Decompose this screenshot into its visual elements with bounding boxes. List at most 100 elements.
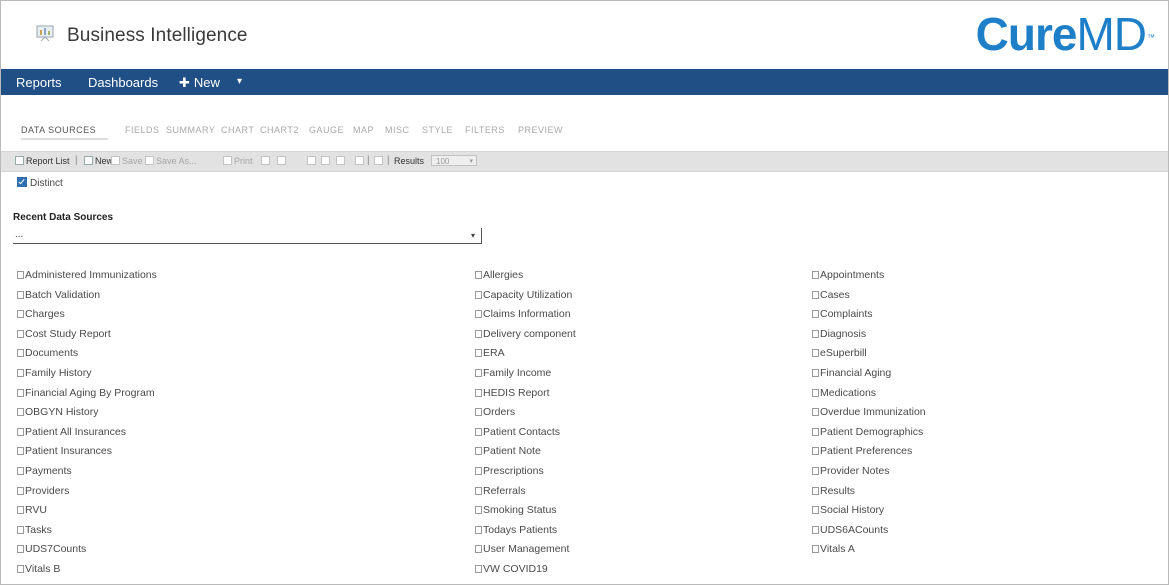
data-source-item[interactable]: OBGYN History xyxy=(17,406,99,418)
data-source-item[interactable]: UDS7Counts xyxy=(17,543,86,555)
email-icon xyxy=(374,156,383,165)
export-rtf-button[interactable] xyxy=(355,156,366,166)
checkbox-icon xyxy=(812,467,819,475)
data-source-item[interactable]: Providers xyxy=(17,485,69,497)
print-button[interactable]: Print xyxy=(223,156,253,166)
report-list-button[interactable]: Report List xyxy=(15,156,70,166)
data-source-label: eSuperbill xyxy=(820,347,867,359)
tab-data-sources[interactable]: DATA SOURCES xyxy=(21,125,96,135)
data-source-label: Overdue Immunization xyxy=(820,406,926,418)
data-source-item[interactable]: User Management xyxy=(475,543,569,555)
email-button[interactable] xyxy=(374,156,385,166)
tab-filters[interactable]: FILTERS xyxy=(465,125,505,135)
data-source-item[interactable]: Financial Aging xyxy=(812,367,891,379)
data-source-item[interactable]: Batch Validation xyxy=(17,289,100,301)
data-source-item[interactable]: VW COVID19 xyxy=(475,563,548,575)
data-source-item[interactable]: Results xyxy=(812,485,855,497)
data-source-label: Orders xyxy=(483,406,516,418)
chevron-down-icon: ▾ xyxy=(469,158,473,165)
data-source-label: Allergies xyxy=(483,269,524,281)
nav-dashboards[interactable]: Dashboards xyxy=(88,75,158,90)
checkbox-icon xyxy=(17,389,24,397)
data-source-item[interactable]: Complaints xyxy=(812,308,873,320)
checkbox-icon xyxy=(17,310,24,318)
data-source-item[interactable]: Delivery component xyxy=(475,328,576,340)
checkbox-checked-icon xyxy=(17,177,27,187)
save-button[interactable]: Save xyxy=(111,156,143,166)
data-source-item[interactable]: Prescriptions xyxy=(475,465,544,477)
nav-reports[interactable]: Reports xyxy=(16,75,62,90)
app-window: Business Intelligence CureMD™ Reports Da… xyxy=(0,0,1169,585)
data-source-item[interactable]: Allergies xyxy=(475,269,523,281)
data-source-item[interactable]: Patient Demographics xyxy=(812,426,923,438)
tab-summary[interactable]: SUMMARY xyxy=(166,125,215,135)
nav-new[interactable]: ✚ New xyxy=(179,75,220,91)
data-source-item[interactable]: Vitals A xyxy=(812,543,855,555)
data-source-item[interactable]: Administered Immunizations xyxy=(17,269,157,281)
data-source-item[interactable]: eSuperbill xyxy=(812,347,867,359)
data-source-item[interactable]: Social History xyxy=(812,504,884,516)
data-source-item[interactable]: Payments xyxy=(17,465,72,477)
data-source-item[interactable]: Documents xyxy=(17,347,78,359)
checkbox-icon xyxy=(475,389,482,397)
data-source-item[interactable]: Tasks xyxy=(17,524,52,536)
export-pdf-button[interactable] xyxy=(261,156,272,166)
checkbox-icon xyxy=(812,506,819,514)
save-as-button[interactable]: Save As... xyxy=(145,156,197,166)
data-source-item[interactable]: Patient Contacts xyxy=(475,426,560,438)
data-source-item[interactable]: Cost Study Report xyxy=(17,328,111,340)
data-source-item[interactable]: Provider Notes xyxy=(812,465,889,477)
data-source-label: UDS6ACounts xyxy=(820,524,889,536)
recent-data-sources-select[interactable]: ... ▾ xyxy=(13,228,482,244)
new-button[interactable]: New xyxy=(84,156,113,166)
tab-misc[interactable]: MISC xyxy=(385,125,410,135)
data-source-item[interactable]: Vitals B xyxy=(17,563,60,575)
data-source-item[interactable]: Diagnosis xyxy=(812,328,866,340)
report-list-icon xyxy=(15,156,24,165)
data-source-item[interactable]: Family Income xyxy=(475,367,551,379)
checkbox-icon xyxy=(475,291,482,299)
tab-fields[interactable]: FIELDS xyxy=(125,125,160,135)
tab-map[interactable]: MAP xyxy=(353,125,374,135)
data-source-item[interactable]: UDS6ACounts xyxy=(812,524,888,536)
data-source-item[interactable]: Orders xyxy=(475,406,515,418)
data-source-item[interactable]: ERA xyxy=(475,347,505,359)
checkbox-icon xyxy=(17,565,24,573)
data-source-label: Referrals xyxy=(483,485,526,497)
data-source-label: Financial Aging By Program xyxy=(25,387,155,399)
data-source-item[interactable]: Claims Information xyxy=(475,308,571,320)
chevron-down-icon[interactable]: ▾ xyxy=(237,76,242,87)
checkbox-icon xyxy=(475,447,482,455)
tab-gauge[interactable]: GAUGE xyxy=(309,125,344,135)
data-source-item[interactable]: Smoking Status xyxy=(475,504,557,516)
data-source-item[interactable]: RVU xyxy=(17,504,47,516)
data-source-item[interactable]: Patient Note xyxy=(475,445,541,457)
toolbar-divider: | xyxy=(75,155,78,166)
data-source-item[interactable]: Charges xyxy=(17,308,65,320)
data-source-item[interactable]: Cases xyxy=(812,289,850,301)
export-excel-button[interactable] xyxy=(277,156,288,166)
export-csv-button[interactable] xyxy=(307,156,318,166)
data-source-item[interactable]: Family History xyxy=(17,367,92,379)
data-source-item[interactable]: Medications xyxy=(812,387,876,399)
data-source-item[interactable]: Patient Preferences xyxy=(812,445,912,457)
results-select[interactable]: 100 ▾ xyxy=(431,155,477,166)
data-source-item[interactable]: Todays Patients xyxy=(475,524,557,536)
checkbox-icon xyxy=(17,349,24,357)
tab-chart[interactable]: CHART xyxy=(221,125,254,135)
checkbox-icon xyxy=(17,271,24,279)
data-source-item[interactable]: Patient All Insurances xyxy=(17,426,126,438)
data-source-item[interactable]: Financial Aging By Program xyxy=(17,387,155,399)
export-word-button[interactable] xyxy=(336,156,347,166)
data-source-item[interactable]: Patient Insurances xyxy=(17,445,112,457)
tab-style[interactable]: STYLE xyxy=(422,125,453,135)
data-source-item[interactable]: Overdue Immunization xyxy=(812,406,926,418)
tab-preview[interactable]: PREVIEW xyxy=(518,125,563,135)
data-source-item[interactable]: Capacity Utilization xyxy=(475,289,572,301)
export-xml-button[interactable] xyxy=(321,156,332,166)
data-source-item[interactable]: Referrals xyxy=(475,485,526,497)
data-source-item[interactable]: HEDIS Report xyxy=(475,387,550,399)
data-source-item[interactable]: Appointments xyxy=(812,269,884,281)
distinct-checkbox[interactable]: Distinct xyxy=(17,177,63,189)
tab-chart2[interactable]: CHART2 xyxy=(260,125,299,135)
